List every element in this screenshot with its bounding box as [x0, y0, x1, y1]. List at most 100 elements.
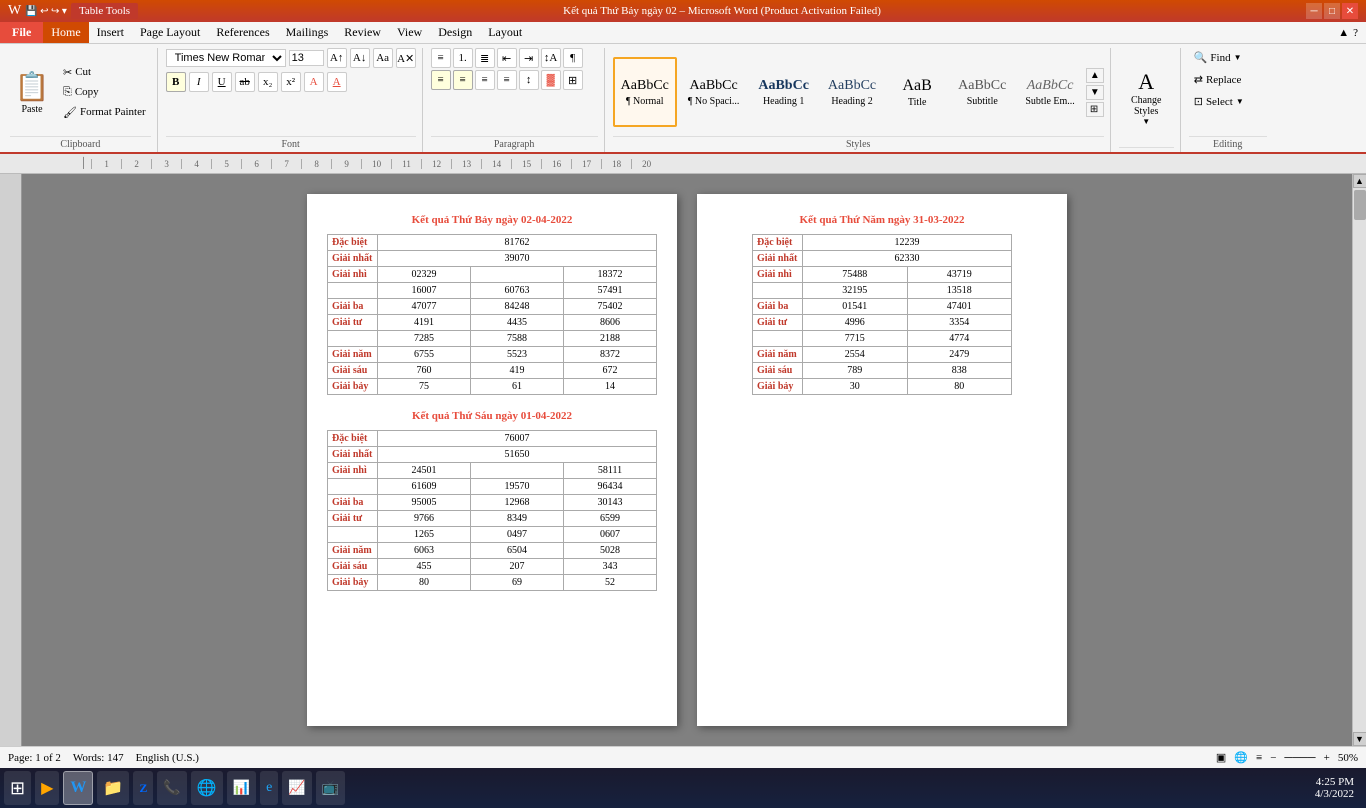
change-case-button[interactable]: Aa — [373, 48, 393, 68]
style-heading2-button[interactable]: AaBbCc Heading 2 — [820, 57, 884, 127]
line-spacing-button[interactable]: ↕ — [519, 70, 539, 90]
justify-button[interactable]: ≡ — [497, 70, 517, 90]
zoom-in-button[interactable]: + — [1324, 752, 1330, 764]
scroll-down-button[interactable]: ▼ — [1353, 732, 1366, 746]
borders-button[interactable]: ⊞ — [563, 70, 583, 90]
font-size-input[interactable] — [289, 50, 324, 66]
pilcrow-button[interactable]: ¶ — [563, 48, 583, 68]
styles-more[interactable]: ⊞ — [1086, 102, 1104, 117]
format-painter-icon: 🖌 — [63, 106, 77, 119]
styles-scroll-up[interactable]: ▲ — [1086, 68, 1104, 83]
style-heading1-button[interactable]: AaBbCc Heading 1 — [750, 57, 817, 127]
title-bar-controls[interactable]: ─ □ ✕ — [1306, 3, 1358, 19]
menu-layout[interactable]: Layout — [480, 22, 530, 43]
table-cell-label: Giải nhì — [753, 267, 803, 283]
cut-button[interactable]: ✂ Cut — [58, 63, 151, 82]
menu-mailings[interactable]: Mailings — [278, 22, 337, 43]
font-shrink-button[interactable]: A↓ — [350, 48, 370, 68]
format-painter-button[interactable]: 🖌 Format Painter — [58, 103, 151, 122]
menu-home[interactable]: Home — [43, 22, 88, 43]
menu-page-layout[interactable]: Page Layout — [132, 22, 208, 43]
taskbar-app-viber[interactable]: 📞 — [157, 771, 186, 805]
taskbar-app-chrome[interactable]: 🌐 — [191, 771, 223, 805]
vertical-scrollbar[interactable]: ▲ ▼ — [1352, 174, 1366, 746]
table-row: Giải sáu 760 419 672 — [328, 363, 657, 379]
copy-button[interactable]: ⎘ Copy — [58, 83, 151, 102]
taskbar-app-tv[interactable]: 📺 — [316, 771, 345, 805]
font-color-button[interactable]: A — [327, 72, 347, 92]
superscript-button[interactable]: x² — [281, 72, 301, 92]
taskbar-app-files[interactable]: 📁 — [97, 771, 129, 805]
ruler-mark: 11 — [391, 159, 421, 169]
view-web-icon[interactable]: 🌐 — [1234, 751, 1248, 764]
menu-view[interactable]: View — [389, 22, 430, 43]
menu-file[interactable]: File — [0, 22, 43, 43]
find-button[interactable]: 🔍 Find ▼ — [1189, 48, 1247, 67]
italic-button[interactable]: I — [189, 72, 209, 92]
select-button[interactable]: ⊡ Select ▼ — [1189, 92, 1249, 111]
help-icon[interactable]: ? — [1353, 27, 1358, 39]
font-grow-button[interactable]: A↑ — [327, 48, 347, 68]
style-no-spacing-button[interactable]: AaBbCc ¶ No Spaci... — [680, 57, 747, 127]
underline-button[interactable]: U — [212, 72, 232, 92]
maximize-button[interactable]: □ — [1324, 3, 1340, 19]
menu-insert[interactable]: Insert — [89, 22, 132, 43]
taskbar-app-excel[interactable]: 📊 — [227, 771, 256, 805]
bold-button[interactable]: B — [166, 72, 186, 92]
sort-button[interactable]: ↕A — [541, 48, 561, 68]
strikethrough-button[interactable]: ab — [235, 72, 255, 92]
style-subtitle-button[interactable]: AaBbCc Subtitle — [950, 57, 1014, 127]
ruler-mark: 14 — [481, 159, 511, 169]
numbering-button[interactable]: 1. — [453, 48, 473, 68]
view-normal-icon[interactable]: ▣ — [1216, 751, 1226, 764]
align-center-button[interactable]: ≡ — [453, 70, 473, 90]
language-status: English (U.S.) — [136, 752, 199, 764]
subscript-button[interactable]: x₂ — [258, 72, 278, 92]
minimize-button[interactable]: ─ — [1306, 3, 1322, 19]
taskbar-app-media[interactable]: ▶ — [35, 771, 59, 805]
style-title-preview: AaB — [902, 77, 931, 95]
change-styles-button[interactable]: A ChangeStyles ▼ — [1119, 63, 1174, 133]
start-button[interactable]: ⊞ — [4, 771, 31, 805]
ribbon-collapse[interactable]: ▲ — [1338, 27, 1349, 39]
table-row: 61609 19570 96434 — [328, 479, 657, 495]
multilevel-button[interactable]: ≣ — [475, 48, 495, 68]
increase-indent-button[interactable]: ⇥ — [519, 48, 539, 68]
style-subtle-em-button[interactable]: AaBbCc Subtle Em... — [1017, 57, 1082, 127]
taskbar-app-zalo[interactable]: Z — [133, 771, 153, 805]
paste-button[interactable]: 📋 Paste — [10, 57, 54, 127]
clear-format-button[interactable]: A✕ — [396, 48, 416, 68]
align-right-button[interactable]: ≡ — [475, 70, 495, 90]
decrease-indent-button[interactable]: ⇤ — [497, 48, 517, 68]
menu-references[interactable]: References — [208, 22, 277, 43]
taskbar-app-ie[interactable]: e — [260, 771, 278, 805]
scroll-thumb[interactable] — [1354, 190, 1366, 220]
bullets-button[interactable]: ≡ — [431, 48, 451, 68]
close-button[interactable]: ✕ — [1342, 3, 1358, 19]
style-no-spacing-label: ¶ No Spaci... — [688, 96, 739, 107]
shading-button[interactable]: ▓ — [541, 70, 561, 90]
menu-design[interactable]: Design — [430, 22, 480, 43]
table-cell-value: 30143 — [564, 495, 657, 511]
style-title-button[interactable]: AaB Title — [887, 57, 947, 127]
table-row: Giải tư 4191 4435 8606 — [328, 315, 657, 331]
table-cell-label: Giải tư — [328, 511, 378, 527]
styles-scroll-down[interactable]: ▼ — [1086, 85, 1104, 100]
menu-review[interactable]: Review — [336, 22, 389, 43]
scroll-up-button[interactable]: ▲ — [1353, 174, 1366, 188]
view-outline-icon[interactable]: ≡ — [1256, 752, 1262, 764]
align-left-button[interactable]: ≡ — [431, 70, 451, 90]
table-cell-value highlight-num: 52 — [564, 575, 657, 591]
font-name-select[interactable]: Times New Roman — [166, 49, 286, 67]
style-normal-button[interactable]: AaBbCc ¶ Normal — [613, 57, 677, 127]
table-cell-label: Giải bảy — [753, 379, 803, 395]
taskbar-app-word[interactable]: W — [63, 771, 93, 805]
document-scroll[interactable]: Kết quả Thứ Bảy ngày 02-04-2022 Đặc biệt… — [22, 174, 1352, 746]
text-highlight-button[interactable]: A — [304, 72, 324, 92]
replace-button[interactable]: ⇄ Replace — [1189, 70, 1247, 89]
zoom-slider[interactable]: ──── — [1284, 752, 1315, 764]
table-row: Giải nhì 75488 43719 — [753, 267, 1012, 283]
zoom-out-button[interactable]: − — [1270, 752, 1276, 764]
table-cell-value: 4435 — [471, 315, 564, 331]
taskbar-app-chart[interactable]: 📈 — [282, 771, 311, 805]
